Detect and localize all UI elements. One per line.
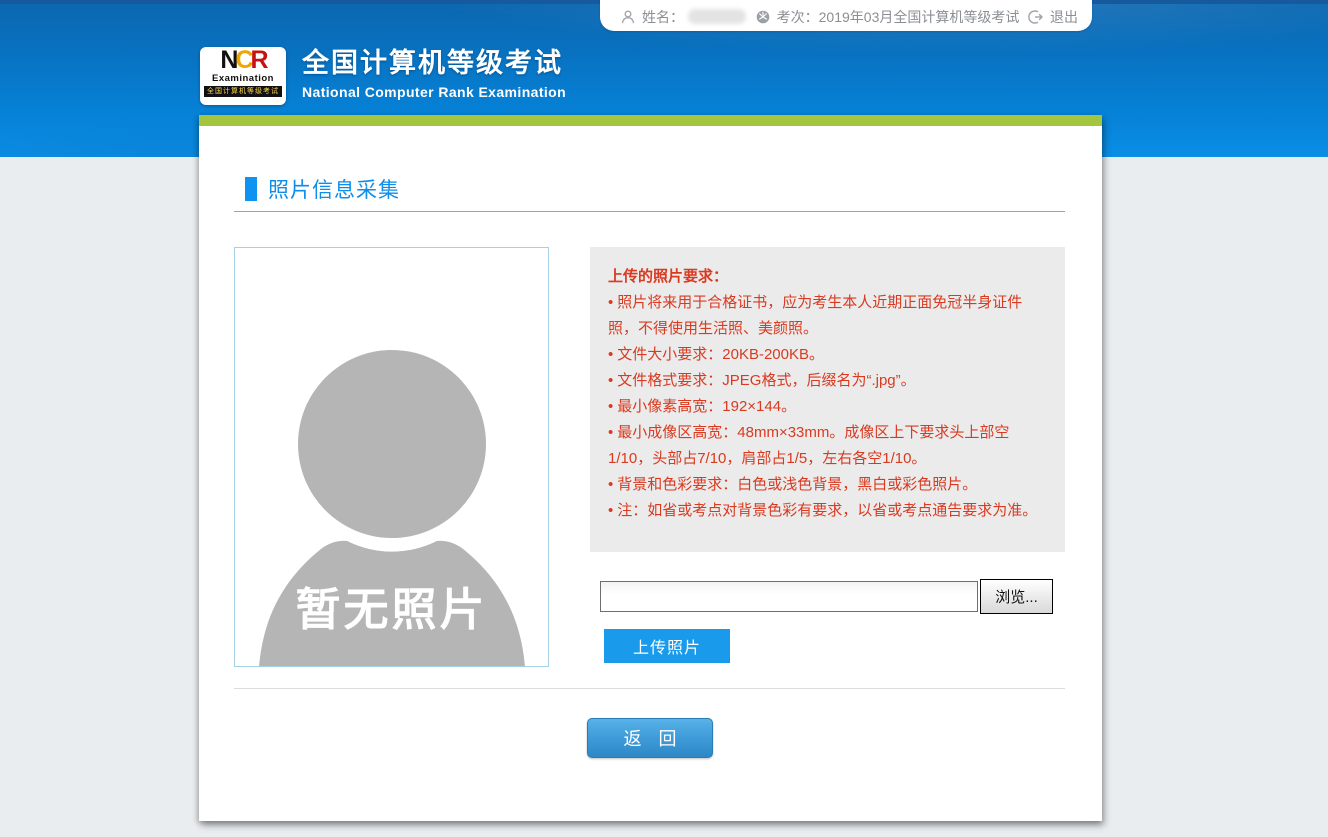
back-button[interactable]: 返 回	[587, 718, 713, 758]
section-title-marker	[245, 177, 257, 201]
section-title-divider	[234, 211, 1065, 212]
bottom-divider	[234, 688, 1065, 689]
bullet-icon: •	[608, 398, 613, 415]
file-path-input[interactable]	[600, 581, 978, 612]
photo-placeholder: 暂无照片	[234, 247, 549, 667]
user-name-redacted	[688, 9, 746, 24]
upload-photo-button[interactable]: 上传照片	[604, 629, 730, 663]
exam-session-value: 2019年03月全国计算机等级考试	[819, 7, 1020, 27]
browse-button[interactable]: 浏览...	[980, 579, 1053, 614]
requirement-item: •文件大小要求：20KB-200KB。	[608, 342, 1047, 368]
exam-session-icon	[755, 9, 771, 25]
ncre-logo-subtext: Examination	[212, 73, 274, 84]
section-title: 照片信息采集	[245, 174, 400, 204]
exam-session-label: 考次：	[777, 7, 819, 27]
brand-text: 全国计算机等级考试 National Computer Rank Examina…	[302, 47, 566, 100]
bullet-icon: •	[608, 346, 613, 363]
bullet-icon: •	[608, 294, 613, 311]
file-chooser: 浏览...	[600, 579, 1055, 615]
bullet-icon: •	[608, 476, 613, 493]
requirement-item: •注：如省或考点对背景色彩有要求，以省或考点通告要求为准。	[608, 498, 1047, 524]
bullet-icon: •	[608, 502, 613, 519]
content-card: 照片信息采集 暂无照片 上传的照片要求： •照片将来用于合格证书，应为考生本人近…	[199, 115, 1102, 821]
requirement-item: •文件格式要求：JPEG格式，后缀名为“.jpg”。	[608, 368, 1047, 394]
ncre-logo: NCR Examination 全国计算机等级考试	[200, 47, 286, 105]
no-photo-text: 暂无照片	[235, 573, 548, 638]
requirements-heading: 上传的照片要求：	[608, 264, 1047, 290]
requirement-item: •最小像素高宽：192×144。	[608, 394, 1047, 420]
brand-row: NCR Examination 全国计算机等级考试 全国计算机等级考试 Nati…	[200, 47, 566, 105]
requirements-list: •照片将来用于合格证书，应为考生本人近期正面免冠半身证件照，不得使用生活照、美颜…	[608, 290, 1047, 524]
user-name-field: 姓名：	[620, 7, 746, 27]
logout-icon	[1028, 9, 1044, 25]
user-bar: 姓名： 考次： 2019年03月全国计算机等级考试 退出	[600, 0, 1092, 31]
upload-requirements: 上传的照片要求： •照片将来用于合格证书，应为考生本人近期正面免冠半身证件照，不…	[590, 247, 1065, 552]
requirement-item: •背景和色彩要求：白色或浅色背景，黑白或彩色照片。	[608, 472, 1047, 498]
bullet-icon: •	[608, 424, 613, 441]
requirement-item: •照片将来用于合格证书，应为考生本人近期正面免冠半身证件照，不得使用生活照、美颜…	[608, 290, 1047, 342]
bullet-icon: •	[608, 372, 613, 389]
exam-session-field: 考次： 2019年03月全国计算机等级考试	[755, 7, 1020, 27]
user-name-label: 姓名：	[642, 7, 684, 27]
page: 姓名： 考次： 2019年03月全国计算机等级考试 退出 NCR Examina…	[0, 0, 1328, 837]
logout-link[interactable]: 退出	[1028, 7, 1078, 27]
site-title-en: National Computer Rank Examination	[302, 84, 566, 100]
section-title-text: 照片信息采集	[268, 174, 400, 204]
site-title-cn: 全国计算机等级考试	[302, 47, 566, 79]
logout-label: 退出	[1050, 7, 1078, 27]
ncre-logo-strip: 全国计算机等级考试	[204, 86, 282, 97]
requirement-item: •最小成像区高宽：48mm×33mm。成像区上下要求头上部空1/10，头部占7/…	[608, 420, 1047, 472]
ncre-logo-letters: NCR	[220, 48, 265, 73]
person-icon	[620, 9, 636, 25]
